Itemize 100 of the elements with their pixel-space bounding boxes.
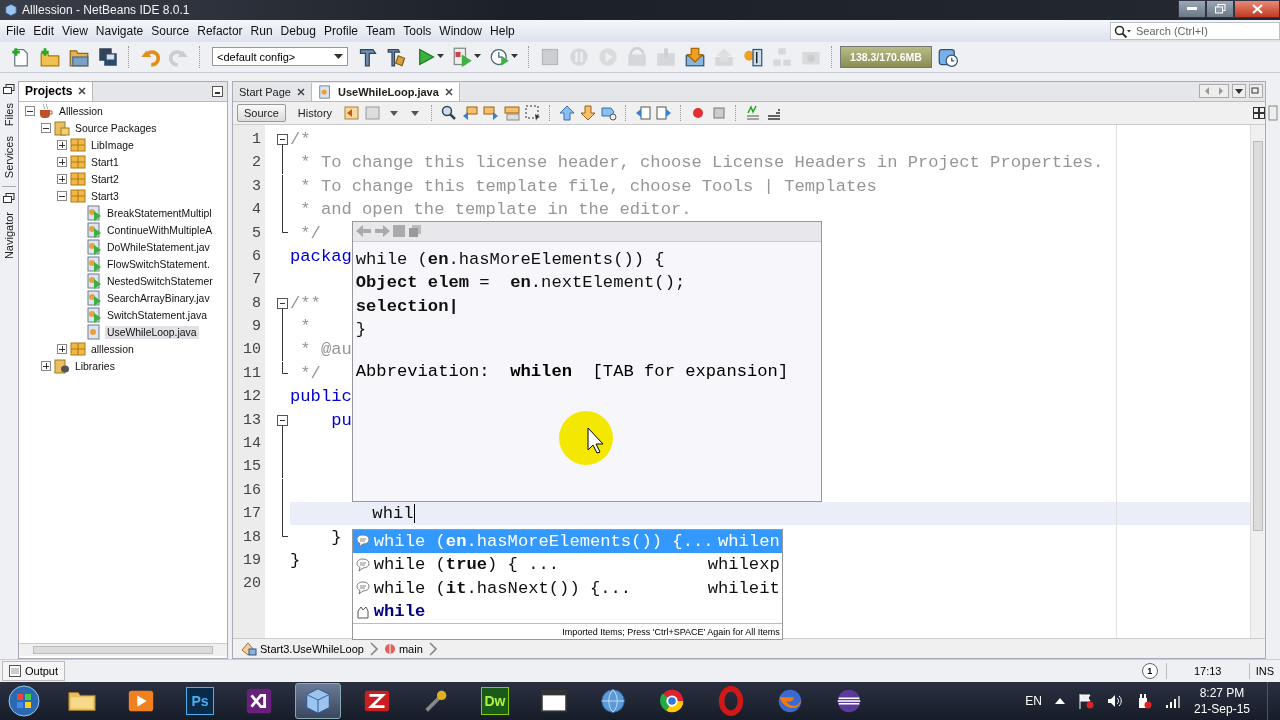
- output-tab[interactable]: Output: [2, 661, 66, 682]
- tree-item[interactable]: NestedSwitchStatemer: [105, 274, 215, 288]
- code-line: * To change this license header, choose License Headers in Project Properties.: [299, 153, 1104, 173]
- language-indicator[interactable]: EN: [1025, 694, 1042, 708]
- find-next-icon[interactable]: [483, 104, 500, 121]
- menu-item[interactable]: Navigate: [91, 23, 148, 38]
- taskbar-button[interactable]: Ps: [177, 683, 223, 719]
- search-field[interactable]: Search (Ctrl+I): [1110, 21, 1280, 40]
- view-tab[interactable]: Source: [237, 103, 286, 122]
- java-file-run-icon: [86, 290, 102, 307]
- line-number: 15: [242, 457, 262, 478]
- editor-tab[interactable]: UseWhileLoop.java: [312, 82, 460, 101]
- grid-icon[interactable]: [1253, 106, 1265, 119]
- flag-icon[interactable]: [1077, 693, 1094, 709]
- collapse-toggle[interactable]: [41, 123, 51, 134]
- caret-icon[interactable]: [1232, 84, 1246, 99]
- panel-tab[interactable]: Projects: [19, 81, 94, 101]
- completion-item[interactable]: while (true) { ... whilexp: [352, 553, 782, 577]
- code-line: * @au: [299, 340, 352, 360]
- code-line: */: [299, 223, 321, 243]
- menu-item[interactable]: Tools: [399, 23, 436, 38]
- line-number: 9: [251, 317, 262, 338]
- breadcrumb-item[interactable]: Start3.UseWhileLoop: [241, 641, 364, 656]
- close-icon[interactable]: [297, 87, 305, 96]
- completion-item[interactable]: while (it.hasNext()) {... whileit: [352, 576, 782, 600]
- scrollbar[interactable]: [19, 643, 227, 657]
- class-icon: [241, 641, 257, 656]
- minimize-icon[interactable]: [212, 85, 223, 97]
- shift-left-icon[interactable]: [635, 104, 652, 121]
- taskbar-button[interactable]: Dw: [472, 683, 518, 719]
- restore-window-icon[interactable]: [3, 83, 15, 95]
- view-tab[interactable]: History: [290, 103, 340, 122]
- restore-button[interactable]: [1206, 0, 1234, 18]
- restore-window-icon[interactable]: [3, 193, 15, 205]
- chevron-up-icon[interactable]: [1054, 697, 1065, 705]
- tree-item[interactable]: DoWhileStatement.jav: [105, 240, 212, 254]
- close-button[interactable]: [1234, 0, 1280, 18]
- menu-item[interactable]: Window: [435, 23, 487, 38]
- expand-toggle[interactable]: [57, 174, 67, 185]
- tree-item[interactable]: Start3: [89, 189, 121, 203]
- menu-item[interactable]: Profile: [320, 23, 362, 38]
- clock-time[interactable]: 8:27 PM: [1199, 685, 1245, 701]
- tree-item[interactable]: Start2: [89, 172, 121, 186]
- expand-toggle[interactable]: [41, 361, 51, 372]
- minimize-button[interactable]: [1178, 0, 1206, 18]
- package-icon: [70, 341, 86, 358]
- tree-item[interactable]: Alllession: [57, 104, 105, 118]
- notification-badge[interactable]: 1: [1141, 663, 1158, 680]
- shift-right-icon[interactable]: [656, 104, 673, 121]
- menu-item[interactable]: View: [58, 23, 92, 38]
- close-icon[interactable]: [78, 87, 87, 96]
- blocks-icon: [772, 46, 792, 67]
- tree-item[interactable]: FlowSwitchStatement.: [105, 257, 212, 271]
- upload-icon: [714, 46, 734, 67]
- tree-item[interactable]: SwitchStatement.java: [105, 308, 209, 322]
- ring-icon: [716, 686, 746, 716]
- side-tab[interactable]: Files: [3, 100, 15, 128]
- tree-item[interactable]: Source Packages: [73, 121, 159, 135]
- bookmark-down-icon[interactable]: [580, 104, 597, 121]
- expand-toggle[interactable]: [57, 344, 67, 355]
- collapse-toggle[interactable]: [57, 191, 67, 202]
- config-dropdown[interactable]: <default config>: [212, 47, 348, 67]
- menu-item[interactable]: Team: [362, 23, 400, 38]
- tree-item[interactable]: SearchArrayBinary.jav: [105, 291, 212, 305]
- tree-item[interactable]: UseWhileLoop.java: [105, 325, 199, 339]
- find-previous-icon[interactable]: [462, 104, 479, 121]
- tree-item[interactable]: LibImage: [89, 138, 136, 152]
- side-tab[interactable]: Navigator: [3, 210, 15, 262]
- tree-item[interactable]: BreakStatementMultipl: [105, 206, 214, 220]
- menu-item[interactable]: Debug: [276, 23, 320, 38]
- menu-item[interactable]: Source: [147, 23, 194, 38]
- tree-item[interactable]: ContinueWithMultipleA: [105, 223, 215, 237]
- menu-item[interactable]: Help: [486, 23, 519, 38]
- menu-item[interactable]: Edit: [29, 23, 59, 38]
- editor-tab[interactable]: Start Page: [233, 82, 312, 101]
- collapse-toggle[interactable]: [25, 106, 35, 117]
- close-icon[interactable]: [444, 87, 453, 96]
- breadcrumb-item[interactable]: main: [383, 642, 423, 655]
- back-icon[interactable]: [344, 104, 361, 121]
- expand-toggle[interactable]: [57, 140, 67, 151]
- signal-icon[interactable]: [1164, 693, 1181, 709]
- close-icon: [1251, 4, 1263, 14]
- menu-item[interactable]: File: [2, 23, 30, 38]
- search-icon[interactable]: [441, 104, 458, 121]
- scrollbar[interactable]: [1250, 124, 1265, 639]
- menu-item[interactable]: Run: [246, 23, 277, 38]
- bookmark-up-icon[interactable]: [559, 104, 576, 121]
- tree-item[interactable]: Libraries: [73, 359, 117, 373]
- java-file-run-icon: [86, 205, 102, 222]
- tree-item[interactable]: Start1: [89, 155, 121, 169]
- speaker-icon[interactable]: [1106, 693, 1123, 709]
- toggle-bookmark-icon[interactable]: [601, 104, 618, 121]
- selection-icon[interactable]: [525, 104, 542, 121]
- clock-date[interactable]: 21-Sep-15: [1193, 701, 1250, 717]
- tree-item[interactable]: alllession: [89, 342, 136, 356]
- menu-item[interactable]: Refactor: [193, 23, 247, 38]
- expand-toggle[interactable]: [57, 157, 67, 168]
- side-tab[interactable]: Services: [3, 134, 15, 181]
- completion-item[interactable]: while: [352, 599, 782, 624]
- library-jar-icon: [54, 358, 70, 375]
